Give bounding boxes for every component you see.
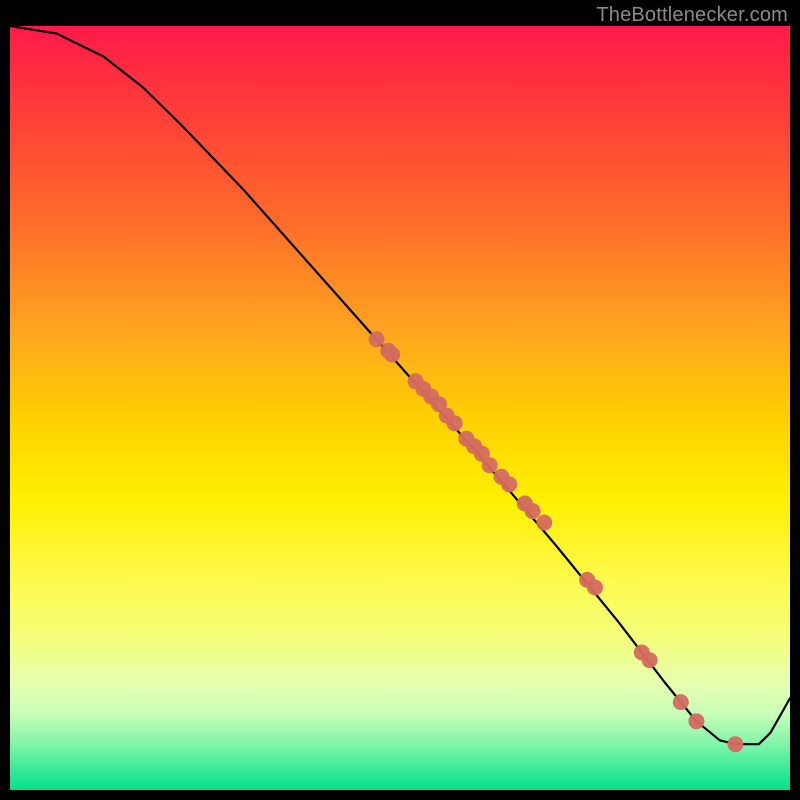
data-point (536, 515, 552, 531)
data-point (642, 652, 658, 668)
data-point (501, 476, 517, 492)
data-points-group (369, 331, 744, 752)
chart-frame: TheBottlenecker.com (0, 0, 800, 800)
data-point (727, 736, 743, 752)
data-point (525, 503, 541, 519)
attribution-label: TheBottlenecker.com (596, 4, 788, 27)
bottleneck-curve (10, 26, 790, 744)
chart-overlay (10, 26, 790, 790)
gradient-plot-area (10, 26, 790, 790)
data-point (384, 347, 400, 363)
data-point (673, 694, 689, 710)
data-point (587, 580, 603, 596)
data-point (482, 457, 498, 473)
data-point (447, 415, 463, 431)
data-point (369, 331, 385, 347)
data-point (688, 713, 704, 729)
